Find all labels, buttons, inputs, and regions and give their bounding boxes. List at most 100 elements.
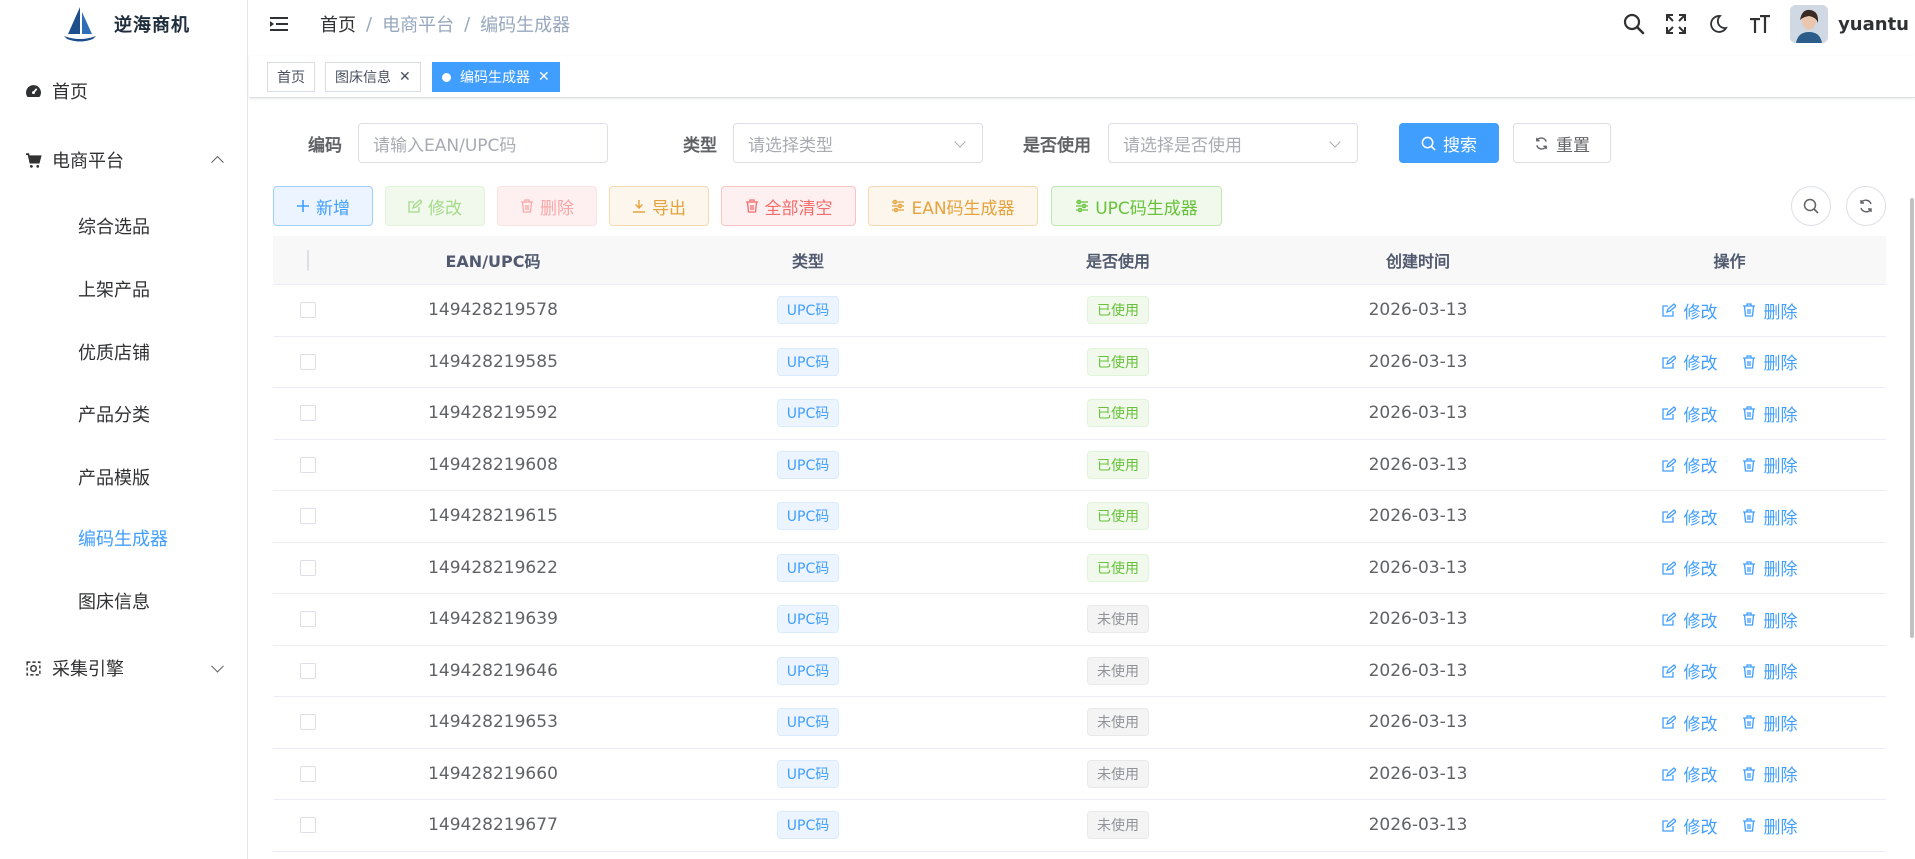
- row-delete-button[interactable]: 删除: [1742, 349, 1798, 374]
- row-checkbox[interactable]: [300, 353, 316, 370]
- row-checkbox[interactable]: [300, 559, 316, 576]
- sidebar-item-home[interactable]: 首页: [0, 63, 248, 119]
- status-badge: 已使用: [1087, 450, 1149, 479]
- action-label: 修改: [1683, 663, 1718, 684]
- row-checkbox[interactable]: [300, 508, 316, 525]
- row-edit-button[interactable]: 修改: [1661, 607, 1718, 632]
- avatar[interactable]: [1790, 5, 1829, 43]
- close-icon[interactable]: ✕: [399, 69, 411, 85]
- search-button[interactable]: 搜索: [1399, 123, 1499, 163]
- row-edit-button[interactable]: 修改: [1661, 349, 1718, 374]
- dark-mode-moon-icon[interactable]: [1706, 12, 1730, 36]
- reset-button[interactable]: 重置: [1513, 123, 1611, 163]
- type-cell: UPC码: [643, 502, 973, 531]
- fullscreen-icon[interactable]: [1664, 12, 1688, 36]
- toggle-search-button[interactable]: [1791, 186, 1831, 226]
- breadcrumb-separator: /: [366, 13, 373, 35]
- row-checkbox[interactable]: [300, 817, 316, 834]
- ean-generator-button[interactable]: EAN码生成器: [868, 186, 1038, 226]
- search-icon[interactable]: [1622, 12, 1646, 36]
- type-cell: UPC码: [643, 708, 973, 737]
- table-row[interactable]: 149428219592 UPC码 已使用 2026-03-13 修改 删除: [273, 388, 1886, 440]
- table-row[interactable]: 149428219660 UPC码 未使用 2026-03-13 修改 删除: [273, 749, 1886, 800]
- tab-home[interactable]: 首页: [267, 62, 315, 92]
- row-delete-button[interactable]: 删除: [1742, 658, 1798, 683]
- created-cell: 2026-03-13: [1368, 609, 1468, 630]
- sidebar-group-ecommerce[interactable]: 电商平台: [0, 132, 248, 188]
- font-size-icon[interactable]: [1748, 12, 1772, 36]
- action-label: 修改: [1683, 714, 1718, 735]
- chevron-down-icon: [954, 136, 966, 148]
- row-edit-button[interactable]: 修改: [1661, 658, 1718, 684]
- status-badge: 未使用: [1087, 656, 1149, 685]
- table-row[interactable]: 149428219578 UPC码 已使用 2026-03-13 修改 删除: [273, 285, 1886, 337]
- sidebar-item-listed-products[interactable]: 上架产品: [0, 261, 248, 317]
- row-edit-button[interactable]: 修改: [1661, 710, 1718, 735]
- row-delete-button[interactable]: 删除: [1742, 555, 1798, 580]
- row-checkbox[interactable]: [300, 611, 316, 628]
- sidebar-item-quality-stores[interactable]: 优质店铺: [0, 324, 248, 380]
- type-badge: UPC码: [776, 450, 840, 479]
- row-delete-button[interactable]: 删除: [1742, 813, 1798, 838]
- add-button[interactable]: 新增: [273, 186, 373, 226]
- row-edit-button[interactable]: 修改: [1661, 298, 1718, 323]
- table-row[interactable]: 149428219646 UPC码 未使用 2026-03-13 修改 删除: [273, 646, 1886, 697]
- sidebar-item-product-category[interactable]: 产品分类: [0, 386, 248, 442]
- table-row[interactable]: 149428219608 UPC码 已使用 2026-03-13 修改 删除: [273, 440, 1886, 491]
- sidebar-item-label: 编码生成器: [78, 529, 168, 550]
- row-checkbox[interactable]: [300, 765, 316, 782]
- row-edit-button[interactable]: 修改: [1661, 761, 1718, 786]
- tab-image-bed[interactable]: 图床信息 ✕: [325, 62, 421, 92]
- table-row[interactable]: 149428219677 UPC码 未使用 2026-03-13 修改 删除: [273, 800, 1886, 852]
- username[interactable]: yuantu: [1838, 14, 1909, 35]
- row-checkbox-cell: [273, 508, 343, 525]
- export-button[interactable]: 导出: [609, 186, 709, 226]
- created-cell: 2026-03-13: [1368, 815, 1468, 836]
- page-scrollbar[interactable]: [1909, 98, 1915, 859]
- row-delete-button[interactable]: 删除: [1742, 761, 1798, 786]
- row-delete-button[interactable]: 删除: [1742, 452, 1798, 477]
- delete-button[interactable]: 删除: [497, 186, 597, 226]
- row-edit-button[interactable]: 修改: [1661, 504, 1718, 529]
- close-icon[interactable]: ✕: [538, 69, 550, 85]
- table-row[interactable]: 149428219585 UPC码 已使用 2026-03-13 修改 删除: [273, 337, 1886, 388]
- row-delete-button[interactable]: 删除: [1742, 401, 1798, 426]
- tab-code-generator[interactable]: 编码生成器 ✕: [432, 62, 560, 92]
- actions-cell: 修改 删除: [1573, 504, 1886, 529]
- row-checkbox[interactable]: [300, 302, 316, 319]
- table-row[interactable]: 149428219615 UPC码 已使用 2026-03-13 修改 删除: [273, 491, 1886, 543]
- refresh-table-button[interactable]: [1846, 186, 1886, 226]
- table-row[interactable]: 149428219622 UPC码 已使用 2026-03-13 修改 删除: [273, 543, 1886, 594]
- type-select[interactable]: 请选择类型: [733, 123, 983, 163]
- used-select[interactable]: 请选择是否使用: [1108, 123, 1358, 163]
- row-delete-button[interactable]: 删除: [1742, 504, 1798, 529]
- row-checkbox[interactable]: [300, 714, 316, 731]
- table-row[interactable]: 149428219653 UPC码 未使用 2026-03-13 修改 删除: [273, 697, 1886, 749]
- select-all-checkbox[interactable]: [307, 249, 309, 271]
- sidebar-group-collect-engine[interactable]: 采集引擎: [0, 640, 248, 696]
- edit-button[interactable]: 修改: [385, 186, 485, 226]
- row-checkbox[interactable]: [300, 662, 316, 679]
- table-row[interactable]: 149428219639 UPC码 未使用 2026-03-13 修改 删除: [273, 594, 1886, 646]
- sidebar-item-code-generator[interactable]: 编码生成器: [0, 510, 248, 566]
- sidebar-item-image-bed[interactable]: 图床信息: [0, 573, 248, 629]
- code-search-input[interactable]: 请输入EAN/UPC码: [358, 123, 608, 163]
- sidebar-item-comprehensive-selection[interactable]: 综合选品: [0, 198, 248, 254]
- sidebar-item-product-template[interactable]: 产品模版: [0, 449, 248, 505]
- action-label: 删除: [1763, 560, 1798, 581]
- row-edit-button[interactable]: 修改: [1661, 813, 1718, 838]
- row-checkbox[interactable]: [300, 405, 316, 422]
- row-delete-button[interactable]: 删除: [1742, 710, 1798, 735]
- row-edit-button[interactable]: 修改: [1661, 401, 1718, 426]
- clear-all-button[interactable]: 全部清空: [721, 186, 856, 226]
- row-delete-button[interactable]: 删除: [1742, 298, 1798, 323]
- breadcrumb-home[interactable]: 首页: [320, 11, 356, 37]
- row-checkbox[interactable]: [300, 456, 316, 473]
- row-edit-button[interactable]: 修改: [1661, 452, 1718, 477]
- app-logo[interactable]: 逆海商机: [60, 4, 190, 44]
- menu-fold-icon[interactable]: [269, 14, 289, 34]
- row-delete-button[interactable]: 删除: [1742, 607, 1798, 632]
- row-edit-button[interactable]: 修改: [1661, 555, 1718, 580]
- scrollbar-thumb[interactable]: [1910, 198, 1914, 638]
- upc-generator-button[interactable]: UPC码生成器: [1051, 186, 1222, 226]
